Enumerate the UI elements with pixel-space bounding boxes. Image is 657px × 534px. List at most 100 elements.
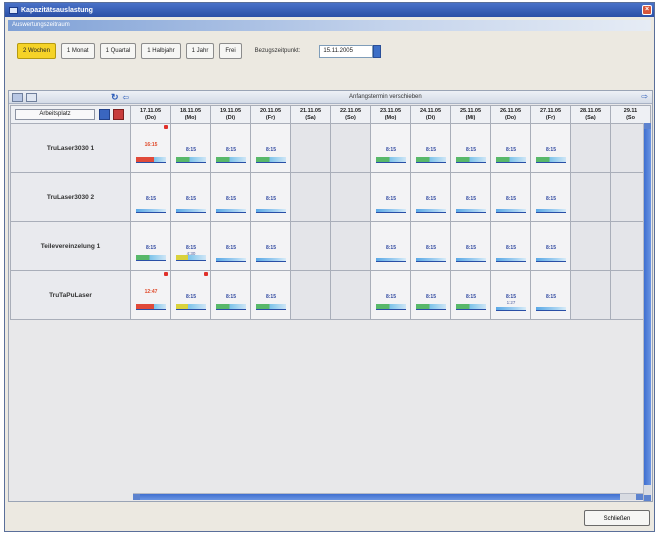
load-bar	[416, 157, 446, 163]
capacity-cell[interactable]: 8:15	[210, 221, 251, 271]
scroll-left-icon[interactable]	[133, 494, 140, 500]
capacity-cell[interactable]	[290, 221, 331, 271]
scroll-down-icon[interactable]	[644, 495, 651, 501]
workstation-name[interactable]: TruTaPuLaser	[10, 270, 131, 320]
capacity-cell[interactable]: 8:15	[130, 221, 171, 271]
capacity-cell[interactable]: 8:15	[210, 172, 251, 222]
vertical-scrollbar[interactable]	[643, 123, 651, 501]
date-dropdown-button[interactable]	[373, 44, 382, 58]
chart-view-icon[interactable]	[26, 92, 37, 102]
arrow-left-icon[interactable]: ⇦	[123, 93, 130, 102]
overload-marker	[164, 272, 168, 276]
load-bar	[456, 209, 486, 213]
capacity-cell[interactable]: 8:15	[250, 270, 291, 320]
capacity-cell[interactable]: 8:15	[530, 172, 571, 222]
window-title: Kapazitätsauslastung	[21, 6, 93, 14]
capacity-cell[interactable]: 8:15	[410, 270, 451, 320]
capacity-cell[interactable]: 8:15	[210, 123, 251, 173]
capacity-cell[interactable]: 8:15	[450, 172, 491, 222]
load-bar	[136, 255, 166, 261]
capacity-cell[interactable]	[290, 172, 331, 222]
capacity-cell[interactable]: 8:15 1:27	[490, 270, 531, 320]
load-value: 8:15	[385, 196, 396, 202]
period-button-free[interactable]: Frei	[219, 43, 242, 59]
refresh-icon[interactable]: ↻	[111, 92, 119, 103]
capacity-cell[interactable]	[330, 123, 371, 173]
day-date: 25.11.05	[459, 107, 482, 114]
day-header: 26.11.05 (Do)	[490, 105, 531, 124]
period-button-1-quarter[interactable]: 1 Quartal	[99, 43, 137, 59]
capacity-cell[interactable]: 8:15	[250, 221, 291, 271]
horizontal-scrollbar[interactable]	[133, 493, 643, 500]
capacity-cell[interactable]	[570, 172, 611, 222]
capacity-cell[interactable]: 8:15	[410, 221, 451, 271]
workstation-name[interactable]: Teilevereinzelung 1	[10, 221, 131, 271]
capacity-cell[interactable]: 8:15	[170, 270, 211, 320]
load-value: 8:15	[225, 294, 236, 300]
load-bar	[376, 304, 406, 310]
capacity-cell[interactable]: 8:15 4:30	[170, 221, 211, 271]
capacity-cell[interactable]: 8:15	[490, 172, 531, 222]
load-value: 8:15	[425, 196, 436, 202]
capacity-cell[interactable]: 8:15	[410, 172, 451, 222]
day-date: 20.11.05	[259, 107, 282, 114]
period-button-2-weeks[interactable]: 2 Wochen	[17, 43, 56, 59]
load-bar	[416, 209, 446, 213]
capacity-cell[interactable]: 8:15	[450, 123, 491, 173]
scroll-right-icon[interactable]	[636, 494, 643, 500]
capacity-cell[interactable]: 16:15	[130, 123, 171, 173]
day-date: 28.11.05	[579, 107, 602, 114]
load-value: 8:15	[145, 245, 156, 251]
capacity-cell[interactable]: 8:15	[130, 172, 171, 222]
capacity-cell[interactable]	[570, 270, 611, 320]
workstation-name[interactable]: TruLaser3030 2	[10, 172, 131, 222]
capacity-cell[interactable]: 8:15	[530, 221, 571, 271]
capacity-cell[interactable]	[570, 221, 611, 271]
workstation-sort-button[interactable]: Arbeitsplatz	[15, 109, 95, 120]
capacity-cell[interactable]: 8:15	[250, 172, 291, 222]
capacity-cell[interactable]	[290, 270, 331, 320]
close-icon[interactable]: ×	[642, 5, 652, 15]
load-bar	[216, 157, 246, 163]
capacity-cell[interactable]: 12:47	[130, 270, 171, 320]
capacity-cell[interactable]: 8:15	[450, 270, 491, 320]
capacity-cell[interactable]	[330, 221, 371, 271]
filter-icon[interactable]	[113, 109, 124, 120]
capacity-cell[interactable]: 8:15	[170, 172, 211, 222]
period-button-1-month[interactable]: 1 Monat	[60, 43, 95, 59]
capacity-cell[interactable]: 8:15	[170, 123, 211, 173]
capacity-cell[interactable]: 8:15	[370, 123, 411, 173]
capacity-cell[interactable]: 8:15	[370, 221, 411, 271]
machine-icon[interactable]	[99, 109, 110, 120]
period-button-half-year[interactable]: 1 Halbjahr	[141, 43, 181, 59]
period-button-1-year[interactable]: 1 Jahr	[185, 43, 215, 59]
capacity-cell[interactable]	[330, 270, 371, 320]
capacity-cell[interactable]: 8:15	[490, 221, 531, 271]
capacity-cell[interactable]: 8:15	[530, 270, 571, 320]
load-bar	[176, 157, 206, 163]
reference-date-input[interactable]: 15.11.2005	[319, 44, 374, 58]
day-weekday: (Mi)	[465, 114, 476, 121]
capacity-cell[interactable]	[290, 123, 331, 173]
capacity-cell[interactable]	[570, 123, 611, 173]
capacity-cell[interactable]: 8:15	[370, 270, 411, 320]
load-value: 8:15	[225, 245, 236, 251]
capacity-cell[interactable]: 8:15	[370, 172, 411, 222]
capacity-cell[interactable]: 8:15	[250, 123, 291, 173]
arrow-right-icon[interactable]: ⇨	[641, 92, 648, 101]
capacity-cell[interactable]: 8:15	[210, 270, 251, 320]
day-date: 21.11.05	[299, 107, 322, 114]
vertical-scroll-thumb[interactable]	[644, 129, 651, 485]
capacity-cell[interactable]: 8:15	[410, 123, 451, 173]
horizontal-scroll-thumb[interactable]	[140, 494, 620, 500]
table-view-icon[interactable]	[12, 92, 23, 102]
load-value: 8:15	[265, 196, 276, 202]
capacity-cell[interactable]	[330, 172, 371, 222]
close-button[interactable]: Schließen	[584, 510, 650, 526]
capacity-cell[interactable]: 8:15	[490, 123, 531, 173]
capacity-cell[interactable]: 8:15	[530, 123, 571, 173]
load-bar	[256, 157, 286, 163]
capacity-cell[interactable]: 8:15	[450, 221, 491, 271]
overload-marker	[164, 125, 168, 129]
workstation-name[interactable]: TruLaser3030 1	[10, 123, 131, 173]
